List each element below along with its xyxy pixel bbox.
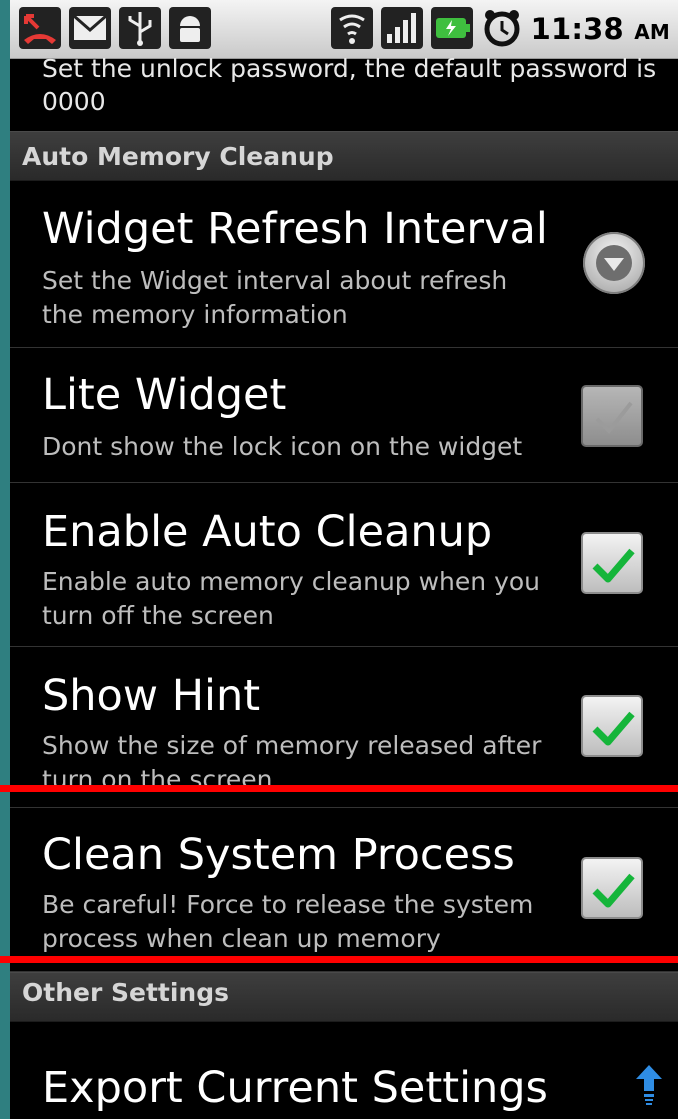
status-bar: 11:38 AM	[10, 0, 678, 59]
check-icon	[592, 548, 635, 583]
status-clock: 11:38 AM	[531, 12, 670, 46]
pref-summary: Enable auto memory cleanup when you turn…	[42, 567, 541, 630]
pref-summary: Be careful! Force to release the system …	[42, 890, 534, 953]
usb-icon	[118, 6, 162, 50]
missed-call-icon	[18, 6, 62, 50]
battery-charging-icon	[430, 6, 474, 50]
disabled-check-icon	[595, 401, 633, 435]
wifi-icon	[330, 6, 374, 50]
pref-title: Clean System Process	[42, 830, 515, 880]
gmail-icon	[68, 6, 112, 50]
clean-system-process-checkbox[interactable]	[581, 857, 643, 919]
pref-widget-refresh-interval[interactable]: Widget Refresh Interval Set the Widget i…	[10, 182, 678, 348]
check-icon	[592, 873, 635, 908]
highlight-line-top	[0, 785, 678, 792]
android-debug-icon	[168, 6, 212, 50]
clock-ampm: AM	[634, 20, 670, 44]
category-other-settings: Other Settings	[10, 972, 678, 1022]
highlight-line-bottom	[0, 956, 678, 963]
show-hint-checkbox[interactable]	[581, 695, 643, 757]
pref-summary: Dont show the lock icon on the widget	[42, 432, 523, 461]
alarm-icon	[480, 6, 524, 50]
pref-title: Widget Refresh Interval	[42, 204, 548, 254]
pref-export-current-settings[interactable]: Export Current Settings	[10, 1023, 678, 1119]
pref-clean-system-process[interactable]: Clean System Process Be careful! Force t…	[10, 808, 678, 972]
pref-summary: Set the Widget interval about refresh th…	[42, 266, 508, 329]
pref-title: Lite Widget	[42, 370, 287, 420]
pref-title: Enable Auto Cleanup	[42, 507, 493, 557]
enable-auto-cleanup-checkbox[interactable]	[581, 532, 643, 594]
pref-title: Export Current Settings	[42, 1063, 548, 1113]
signal-icon	[380, 6, 424, 50]
category-auto-memory-cleanup: Auto Memory Cleanup	[10, 131, 678, 181]
dropdown-arrow-icon[interactable]	[583, 232, 645, 294]
phone-screen: 11:38 AM Set the unlock password, the de…	[10, 0, 678, 1119]
clock-time: 11:38	[530, 12, 624, 46]
check-icon	[592, 711, 635, 746]
lite-widget-checkbox[interactable]	[581, 385, 643, 447]
pref-title: Show Hint	[42, 671, 261, 721]
pref-lite-widget[interactable]: Lite Widget Dont show the lock icon on t…	[10, 348, 678, 483]
export-arrow-icon[interactable]	[634, 1063, 664, 1107]
password-summary: Set the unlock password, the default pas…	[42, 58, 657, 116]
pref-enable-auto-cleanup[interactable]: Enable Auto Cleanup Enable auto memory c…	[10, 483, 678, 647]
pref-show-hint[interactable]: Show Hint Show the size of memory releas…	[10, 647, 678, 808]
